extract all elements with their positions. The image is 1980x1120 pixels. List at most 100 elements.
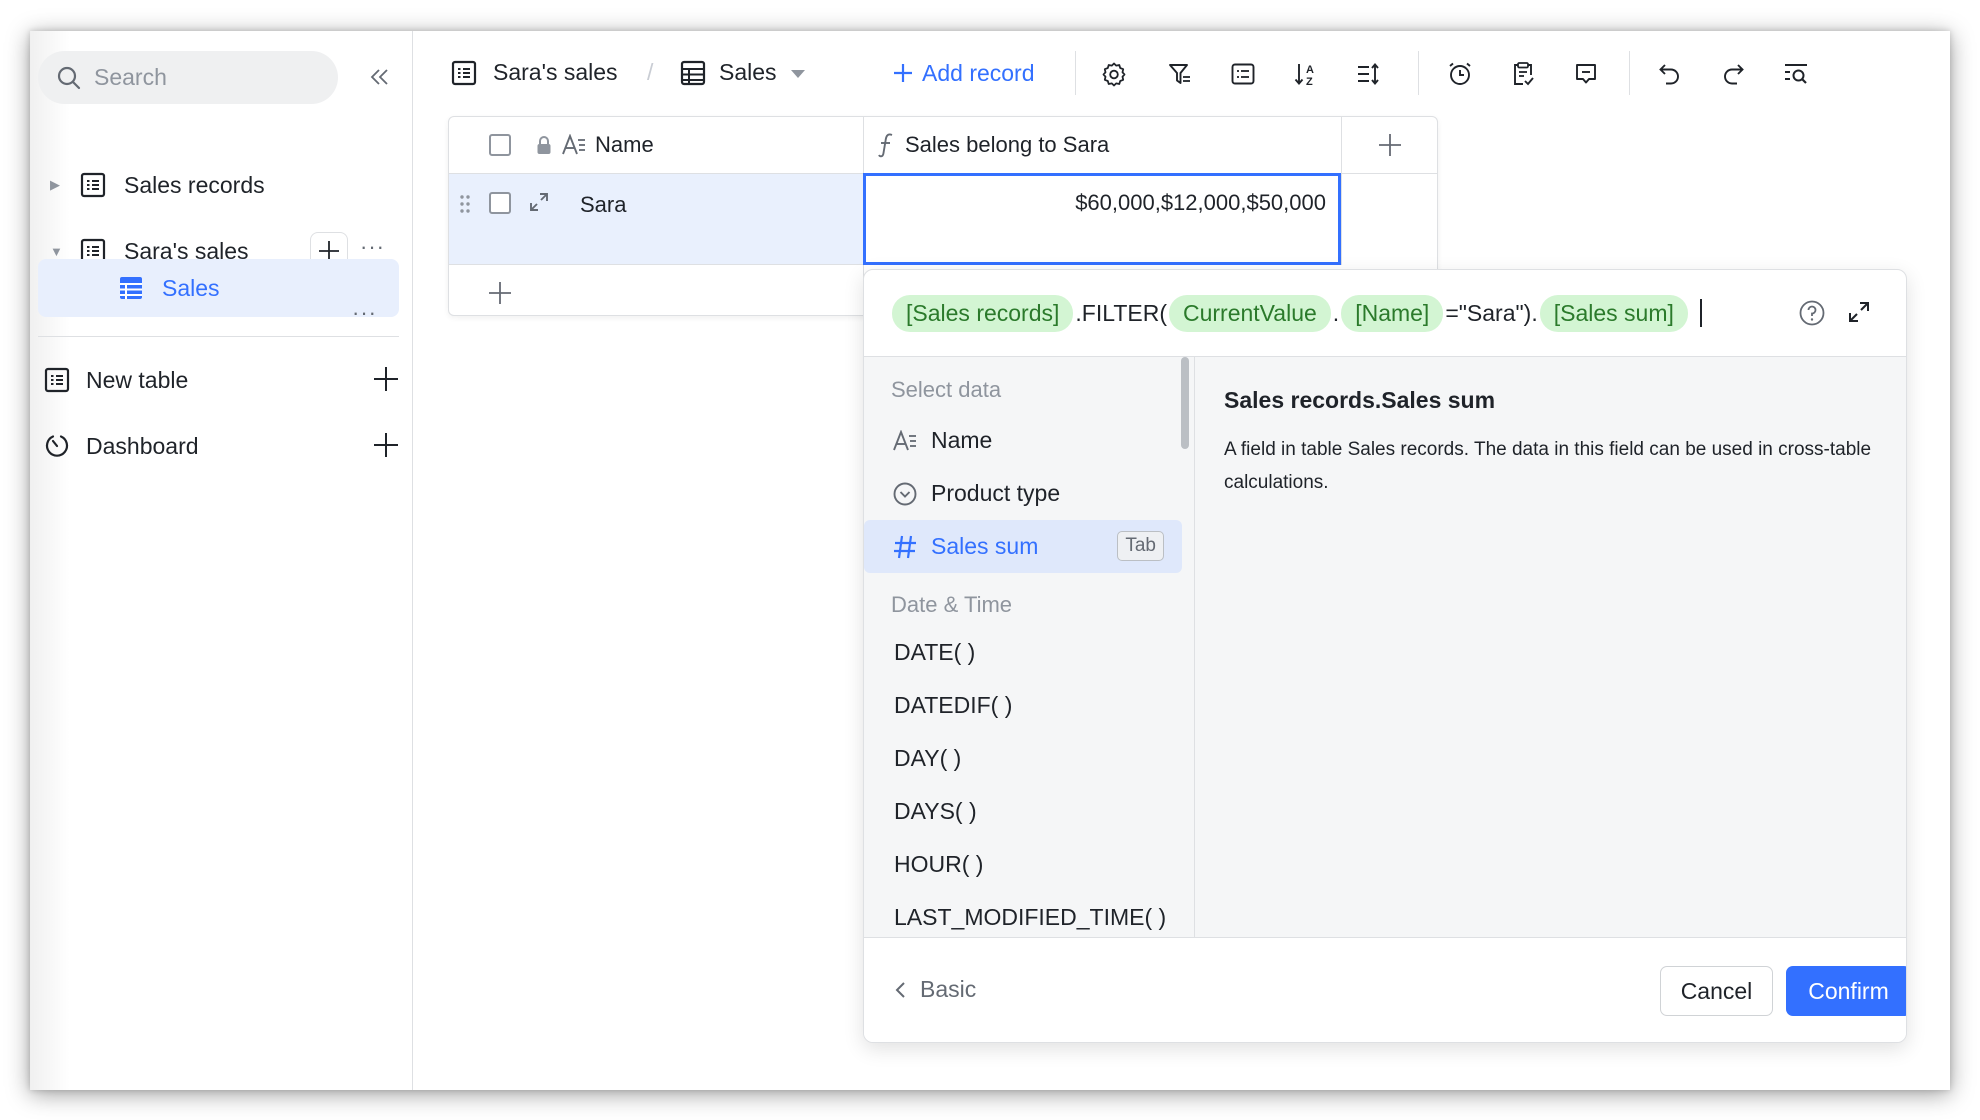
settings-icon bbox=[1102, 62, 1126, 87]
function-item[interactable]: DATE( ) bbox=[894, 639, 975, 666]
group-button[interactable] bbox=[1228, 59, 1258, 89]
function-item[interactable]: HOUR( ) bbox=[894, 851, 983, 878]
cancel-button[interactable]: Cancel bbox=[1660, 966, 1773, 1016]
dashboard-item[interactable]: Dashboard bbox=[44, 421, 404, 471]
filter-icon bbox=[1169, 64, 1190, 84]
chevron-left-icon bbox=[895, 981, 905, 998]
confirm-button[interactable]: Confirm bbox=[1786, 966, 1906, 1016]
view-dropdown-button[interactable] bbox=[790, 67, 806, 85]
toolbar-divider bbox=[1075, 51, 1076, 95]
add-column-button[interactable] bbox=[1341, 117, 1438, 174]
function-item[interactable]: LAST_MODIFIED_TIME( ) bbox=[894, 904, 1166, 931]
column-header-name[interactable]: Name bbox=[449, 117, 863, 174]
alarm-icon bbox=[1449, 62, 1471, 85]
plus-icon bbox=[489, 282, 511, 304]
sidebar-divider bbox=[38, 336, 399, 337]
column-divider bbox=[1341, 117, 1342, 265]
text-field-icon bbox=[562, 134, 585, 155]
expand-editor-button[interactable] bbox=[1846, 299, 1872, 331]
number-icon bbox=[891, 533, 919, 561]
comment-button[interactable] bbox=[1571, 59, 1601, 89]
more-options-button[interactable]: ··· bbox=[360, 234, 385, 260]
cell-name[interactable]: Sara bbox=[580, 192, 626, 218]
formula-input[interactable]: [Sales records] .FILTER( CurrentValue . … bbox=[864, 270, 1906, 357]
sort-icon: AZ bbox=[1294, 64, 1314, 87]
sidebar: Search ▶ Sales records ▼ Sara's sales ··… bbox=[30, 31, 413, 1090]
add-dashboard-button[interactable] bbox=[372, 431, 400, 465]
basic-mode-label: Basic bbox=[920, 976, 977, 1002]
breadcrumb-table-icon bbox=[451, 60, 477, 91]
expand-icon bbox=[1849, 302, 1869, 322]
column-header-label: Name bbox=[595, 132, 654, 157]
redo-button[interactable] bbox=[1718, 59, 1748, 89]
row-height-button[interactable] bbox=[1354, 59, 1384, 89]
search-placeholder: Search bbox=[94, 64, 167, 90]
breadcrumb-separator: / bbox=[647, 59, 654, 85]
text-cursor bbox=[1699, 299, 1702, 327]
row-checkbox[interactable] bbox=[489, 192, 511, 214]
sidebar-item-sales-records[interactable]: ▶ Sales records bbox=[38, 157, 399, 213]
more-options-button[interactable]: ··· bbox=[352, 300, 377, 326]
new-table-item[interactable]: New table bbox=[44, 355, 404, 405]
suggestion-list: Select data Name Product type Sales sum … bbox=[864, 357, 1195, 937]
caret-down-icon bbox=[791, 70, 805, 78]
form-button[interactable] bbox=[1508, 59, 1538, 89]
basic-mode-link[interactable]: Basic bbox=[894, 976, 976, 1003]
table-icon bbox=[80, 171, 108, 199]
filter-button[interactable] bbox=[1165, 59, 1195, 89]
plus-icon bbox=[1378, 134, 1401, 156]
field-item-name[interactable]: Name bbox=[864, 414, 1182, 467]
formula-token-field[interactable]: [Name] bbox=[1341, 294, 1444, 332]
formula-token-field[interactable]: [Sales records] bbox=[892, 294, 1074, 332]
formula-token-field[interactable]: [Sales sum] bbox=[1539, 294, 1688, 332]
function-item[interactable]: DAY( ) bbox=[894, 745, 961, 772]
caret-right-icon[interactable]: ▶ bbox=[50, 177, 70, 193]
field-label: Sales sum bbox=[931, 533, 1039, 559]
add-record-button[interactable]: Add record bbox=[892, 55, 1035, 91]
function-item[interactable]: DAYS( ) bbox=[894, 798, 977, 825]
expand-record-icon[interactable] bbox=[527, 190, 551, 214]
reminder-button[interactable] bbox=[1445, 59, 1475, 89]
sidebar-item-label: Sales bbox=[162, 274, 220, 301]
sort-button[interactable]: AZ bbox=[1291, 59, 1321, 89]
add-row-button[interactable] bbox=[487, 280, 513, 311]
svg-text:Z: Z bbox=[1306, 76, 1313, 87]
field-label: Product type bbox=[931, 480, 1061, 506]
single-select-icon bbox=[891, 480, 919, 508]
comment-icon bbox=[1576, 64, 1596, 84]
caret-down-icon[interactable]: ▼ bbox=[50, 244, 70, 259]
field-item-sales-sum[interactable]: Sales sum Tab bbox=[864, 520, 1182, 573]
plus-icon bbox=[894, 64, 912, 82]
function-item[interactable]: DATEDIF( ) bbox=[894, 692, 1012, 719]
column-header-label: Sales belong to Sara bbox=[905, 132, 1110, 157]
row-height-icon bbox=[1358, 63, 1379, 85]
dashboard-icon bbox=[45, 435, 69, 457]
formula-editor-footer: Basic Cancel Confirm bbox=[864, 937, 1906, 1042]
list-group-heading: Date & Time bbox=[891, 592, 1013, 617]
column-header-formula[interactable]: Sales belong to Sara bbox=[863, 117, 1341, 174]
view-name[interactable]: Sales bbox=[719, 59, 777, 86]
breadcrumb-table-name[interactable]: Sara's sales bbox=[493, 59, 618, 86]
field-item-product-type[interactable]: Product type bbox=[864, 467, 1182, 520]
search-icon bbox=[57, 66, 81, 89]
search-records-icon bbox=[1785, 64, 1807, 84]
settings-button[interactable] bbox=[1099, 59, 1129, 89]
sidebar-item-sales-view[interactable]: Sales bbox=[38, 259, 399, 317]
group-icon bbox=[1231, 63, 1255, 85]
redo-icon bbox=[1724, 64, 1744, 85]
formula-token-field[interactable]: CurrentValue bbox=[1168, 294, 1331, 332]
table-row[interactable]: Sara bbox=[449, 174, 863, 265]
cell-sales-belong-to-sara-selected[interactable]: $60,000,$12,000,$50,000 bbox=[863, 173, 1341, 265]
add-table-button[interactable] bbox=[372, 365, 400, 399]
undo-button[interactable] bbox=[1655, 59, 1685, 89]
new-table-label: New table bbox=[86, 366, 189, 393]
collapse-sidebar-button[interactable] bbox=[363, 59, 397, 95]
search-input[interactable]: Search bbox=[38, 51, 338, 104]
formula-token-text: . bbox=[1332, 299, 1340, 326]
detail-title: Sales records.Sales sum bbox=[1224, 387, 1496, 413]
help-button[interactable] bbox=[1798, 299, 1826, 333]
drag-handle-icon[interactable] bbox=[459, 194, 471, 214]
scrollbar[interactable] bbox=[1181, 357, 1189, 449]
select-all-checkbox[interactable] bbox=[489, 134, 511, 156]
search-records-button[interactable] bbox=[1781, 59, 1811, 89]
